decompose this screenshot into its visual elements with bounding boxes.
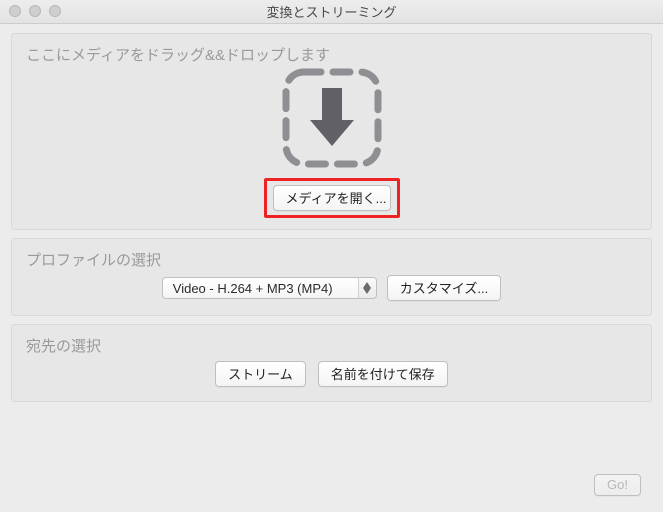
customize-button[interactable]: カスタマイズ... [387, 275, 501, 301]
footer: Go! [594, 474, 641, 496]
profile-select[interactable]: Video - H.264 + MP3 (MP4) [162, 277, 377, 299]
content: ここにメディアをドラッグ&&ドロップします メディアを開く... プロファイルの… [0, 24, 663, 421]
destination-row: ストリーム 名前を付けて保存 [215, 361, 448, 387]
drop-media-label: ここにメディアをドラッグ&&ドロップします [26, 44, 330, 65]
stream-button[interactable]: ストリーム [215, 361, 306, 387]
profile-section: プロファイルの選択 Video - H.264 + MP3 (MP4) カスタマ… [11, 238, 652, 316]
drop-body: メディアを開く... [264, 66, 400, 218]
save-as-button[interactable]: 名前を付けて保存 [318, 361, 448, 387]
destination-label: 宛先の選択 [26, 335, 101, 356]
minimize-icon[interactable] [29, 5, 41, 17]
open-media-highlight: メディアを開く... [264, 178, 400, 218]
window-title: 変換とストリーミング [266, 2, 396, 21]
drop-arrow-icon [280, 66, 384, 170]
drop-media-section: ここにメディアをドラッグ&&ドロップします メディアを開く... [11, 33, 652, 230]
close-icon[interactable] [9, 5, 21, 17]
titlebar: 変換とストリーミング [0, 0, 663, 24]
go-button[interactable]: Go! [594, 474, 641, 496]
profile-select-value: Video - H.264 + MP3 (MP4) [163, 278, 358, 298]
zoom-icon[interactable] [49, 5, 61, 17]
destination-section: 宛先の選択 ストリーム 名前を付けて保存 [11, 324, 652, 402]
window-controls [9, 5, 61, 17]
profile-row: Video - H.264 + MP3 (MP4) カスタマイズ... [162, 275, 501, 301]
select-stepper-icon [358, 278, 376, 298]
open-media-button[interactable]: メディアを開く... [273, 185, 391, 211]
profile-label: プロファイルの選択 [26, 249, 161, 270]
